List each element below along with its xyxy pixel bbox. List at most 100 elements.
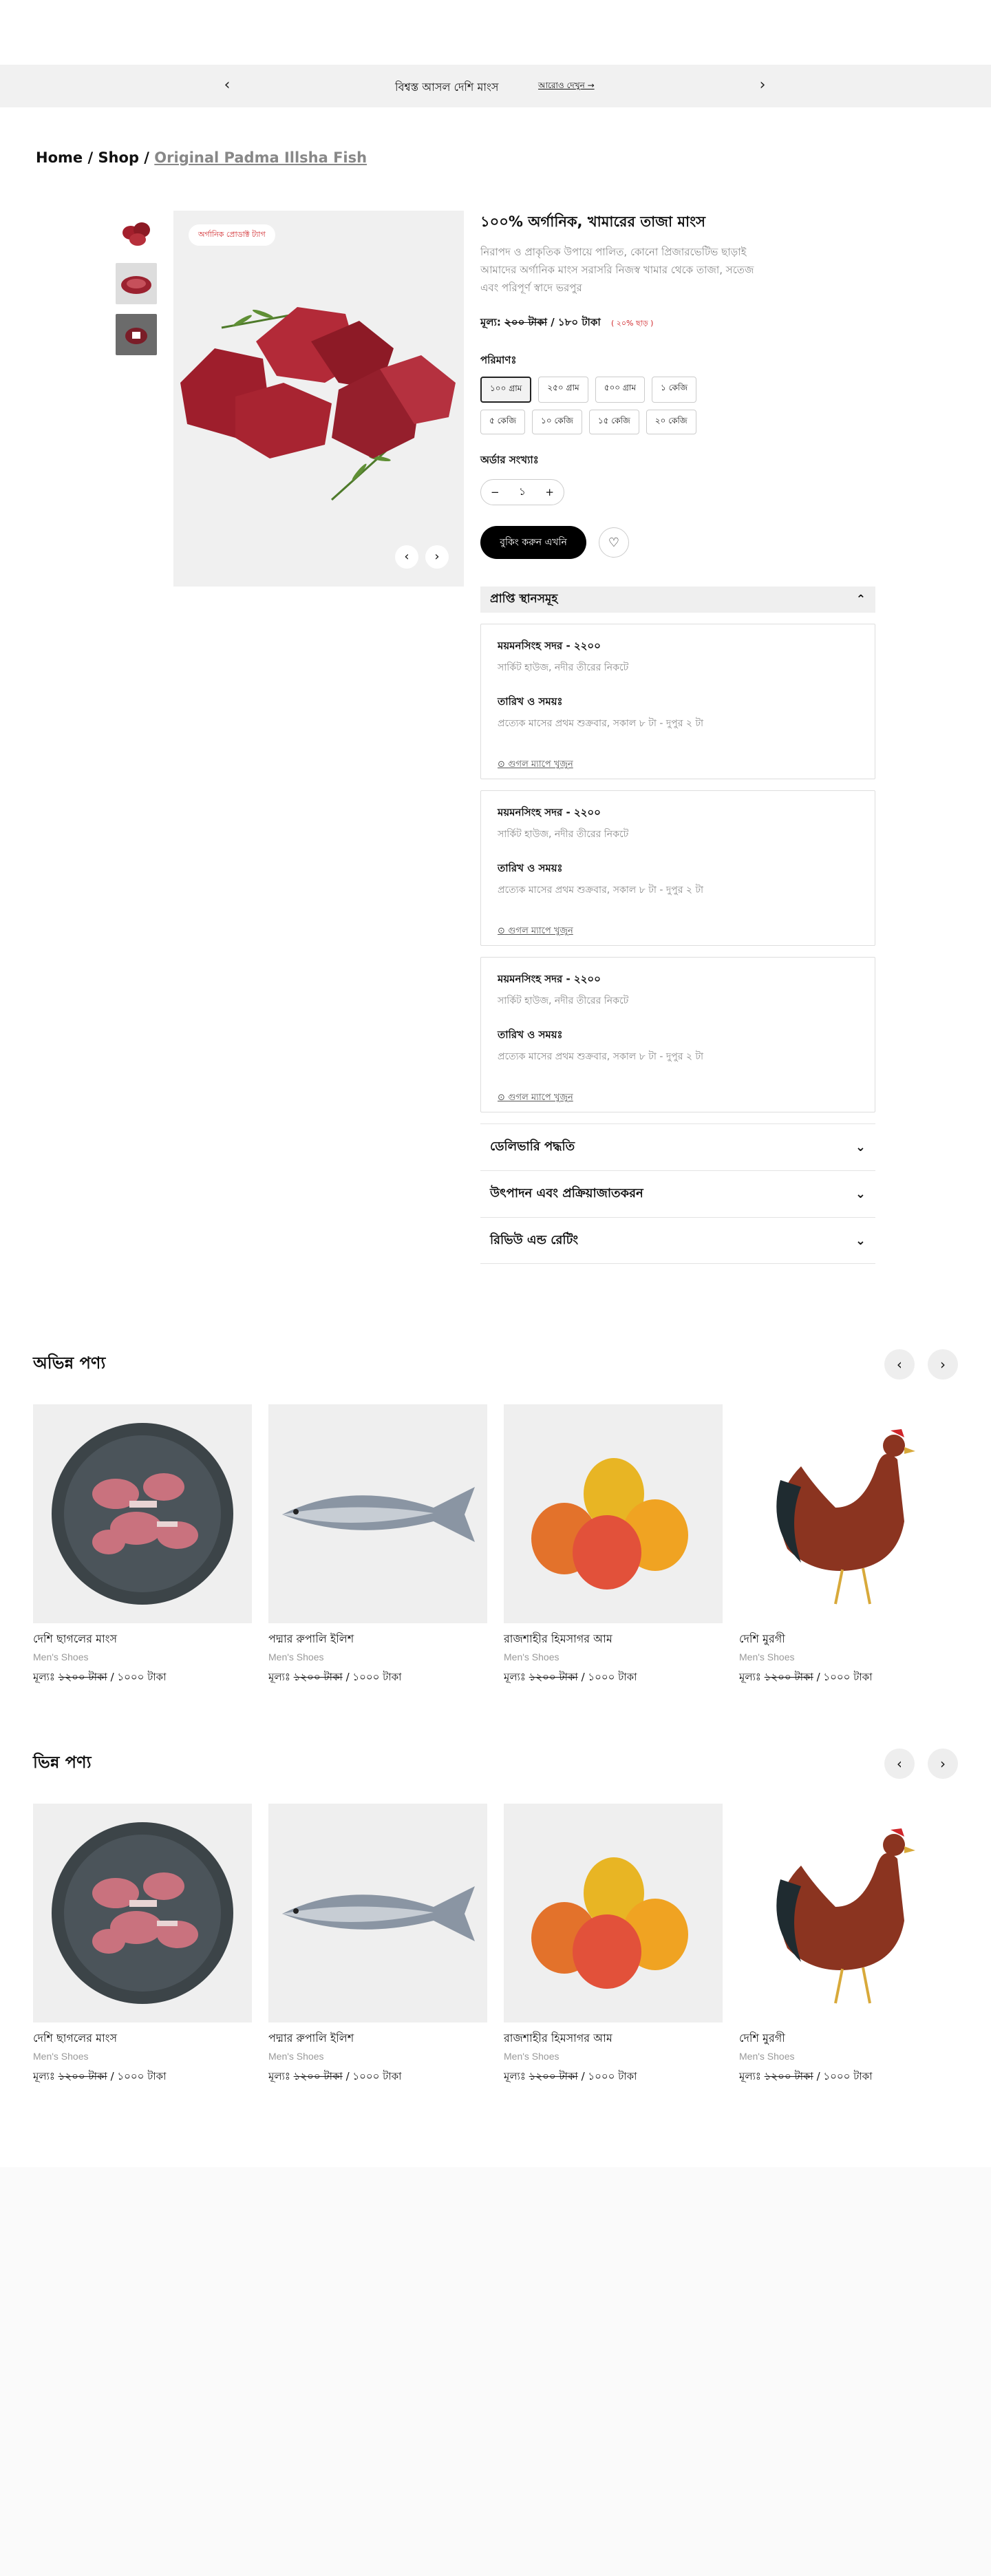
location-name: ময়মনসিংহ সদর - ২২০০ <box>498 973 601 985</box>
product-image-mango <box>504 1404 723 1623</box>
product-image-goat-meat <box>33 1804 252 2023</box>
thumbnail-meat-2[interactable] <box>116 263 157 304</box>
product-category: Men's Shoes <box>268 1651 324 1662</box>
thumbnail-meat-1[interactable] <box>116 212 157 253</box>
chevron-up-icon: ⌃ <box>855 593 866 606</box>
price-label: মূল্যঃ <box>268 2070 290 2082</box>
announcement-more-link[interactable]: আরোও দেখুন → <box>538 80 595 94</box>
price-label: মূল্যঃ <box>504 2070 526 2082</box>
product-price: মূল্যঃ ১২০০ টাকা / ১০০০ টাকা <box>504 1669 723 1687</box>
accordion-reviews[interactable]: রিভিউ এন্ড রেটিং ⌄ <box>480 1217 875 1264</box>
section-title: ভিন্ন পণ্য <box>33 1753 92 1772</box>
accordion-delivery[interactable]: ডেলিভারি পদ্ধতি ⌄ <box>480 1123 875 1170</box>
old-price: ১২০০ টাকা <box>58 2070 107 2082</box>
announcement-prev-button[interactable]: ‹ <box>219 77 235 94</box>
chevron-down-icon: ⌄ <box>855 1233 866 1248</box>
size-option[interactable]: ১০০ গ্রাম <box>480 377 532 403</box>
carousel-prev-button[interactable]: ‹ <box>884 1349 915 1380</box>
map-pin-icon: ⊙ <box>498 926 509 936</box>
product-name: দেশি মুরগী <box>739 1632 785 1645</box>
carousel-next-button[interactable]: › <box>928 1349 958 1380</box>
meat-illustration <box>180 307 456 501</box>
product-actions: বুকিং করুন এখনি ♡ <box>480 526 875 559</box>
product-name: রাজশাহীর হিমসাগর আম <box>504 1632 612 1645</box>
product-price: মূল্যঃ ১২০০ টাকা / ১০০০ টাকা <box>739 2069 958 2086</box>
size-option[interactable]: ১ কেজি <box>652 377 697 403</box>
google-map-link[interactable]: ⊙ গুগল ম্যাপে খুজুন <box>498 925 858 939</box>
price-label: মূল্যঃ <box>33 2070 55 2082</box>
new-price: / ১০০০ টাকা <box>816 2070 873 2082</box>
breadcrumb-shop[interactable]: Shop <box>98 149 139 166</box>
plus-button[interactable]: + <box>545 486 554 498</box>
chevron-down-icon: ⌄ <box>855 1140 866 1154</box>
favorite-icon[interactable]: ♡ <box>599 527 629 558</box>
similar-products-section: অভিন্ন পণ্য ‹ › দেশি ছাগলের মাংস Men's S… <box>33 1348 958 1687</box>
product-name: দেশি ছাগলের মাংস <box>33 1632 118 1645</box>
size-options: ১০০ গ্রাম ২৫০ গ্রাম ৫০০ গ্রাম ১ কেজি ৫ ক… <box>480 377 728 441</box>
product-title: ১০০% অর্গানিক, খামারের তাজা মাংস <box>480 213 706 230</box>
old-price: ১২০০ টাকা <box>293 1671 343 1683</box>
product-name: পদ্মার রুপালি ইলিশ <box>268 2031 354 2045</box>
carousel-prev-button[interactable]: ‹ <box>884 1749 915 1779</box>
old-price: ১২০০ টাকা <box>529 1671 578 1683</box>
price-label: মূল্যঃ <box>504 1671 526 1683</box>
accordion-title: উৎপাদন এবং প্রক্রিয়াজাতকরন <box>490 1186 643 1201</box>
breadcrumb-current[interactable]: Original Padma Illsha Fish <box>154 149 367 166</box>
product-info: ১০০% অর্গানিক, খামারের তাজা মাংস নিরাপদ … <box>480 211 875 1264</box>
location-address: সার্কিট হাউজ, নদীর তীরের নিকটে <box>498 662 629 673</box>
breadcrumb-separator: / <box>87 149 94 166</box>
product-card[interactable]: দেশি মুরগী Men's Shoes মূল্যঃ ১২০০ টাকা … <box>739 1404 958 1687</box>
product-card[interactable]: দেশি ছাগলের মাংস Men's Shoes মূল্যঃ ১২০০… <box>33 1404 252 1687</box>
product-category: Men's Shoes <box>504 1651 560 1662</box>
quantity-stepper: − ১ + <box>480 479 564 505</box>
product-card[interactable]: দেশি ছাগলের মাংস Men's Shoes মূল্যঃ ১২০০… <box>33 1804 252 2086</box>
announcement-next-button[interactable]: › <box>754 77 771 94</box>
google-map-link[interactable]: ⊙ গুগল ম্যাপে খুজুন <box>498 1091 858 1106</box>
image-prev-button[interactable]: ‹ <box>395 545 418 569</box>
product-card[interactable]: পদ্মার রুপালি ইলিশ Men's Shoes মূল্যঃ ১২… <box>268 1404 487 1687</box>
quantity-value[interactable]: ১ <box>519 484 526 501</box>
old-price: ২০০ টাকা <box>504 316 547 328</box>
pickup-location-card: ময়মনসিংহ সদর - ২২০০ সার্কিট হাউজ, নদীর … <box>480 957 875 1112</box>
size-option[interactable]: ৫০০ গ্রাম <box>595 377 646 403</box>
product-card[interactable]: দেশি মুরগী Men's Shoes মূল্যঃ ১২০০ টাকা … <box>739 1804 958 2086</box>
discount-badge: ( ২০% ছাড় ) <box>610 319 654 328</box>
product-card[interactable]: রাজশাহীর হিমসাগর আম Men's Shoes মূল্যঃ ১… <box>504 1404 723 1687</box>
pickup-locations-header[interactable]: প্রাপ্তি স্থানসমূহ ⌃ <box>480 587 875 613</box>
product-card[interactable]: রাজশাহীর হিমসাগর আম Men's Shoes মূল্যঃ ১… <box>504 1804 723 2086</box>
book-now-button[interactable]: বুকিং করুন এখনি <box>480 526 586 559</box>
page: ‹ বিশ্বস্ত আসল দেশি মাংস আরোও দেখুন → › … <box>0 0 991 2167</box>
location-time: প্রত্যেক মাসের প্রথম শুক্রবার, সকাল ৮ টা… <box>498 718 704 729</box>
size-label: পরিমাণঃ <box>480 354 517 366</box>
price-label: মূল্যঃ <box>739 1671 761 1683</box>
price-label: মূল্যঃ <box>739 2070 761 2082</box>
size-option[interactable]: ১৫ কেজি <box>588 410 639 434</box>
image-next-button[interactable]: › <box>425 545 449 569</box>
accordion-title: ডেলিভারি পদ্ধতি <box>490 1139 575 1154</box>
pickup-location-card: ময়মনসিংহ সদর - ২২০০ সার্কিট হাউজ, নদীর … <box>480 624 875 779</box>
thumbnail-meat-3[interactable] <box>116 314 157 355</box>
price-label: মূল্য: <box>480 316 501 328</box>
location-name: ময়মনসিংহ সদর - ২২০০ <box>498 640 601 652</box>
accordion-production[interactable]: উৎপাদন এবং প্রক্রিয়াজাতকরন ⌄ <box>480 1170 875 1217</box>
new-price: / ১০০০ টাকা <box>816 1671 873 1683</box>
size-option[interactable]: ২০ কেজি <box>646 410 696 434</box>
google-map-link[interactable]: ⊙ গুগল ম্যাপে খুজুন <box>498 758 858 772</box>
location-time: প্রত্যেক মাসের প্রথম শুক্রবার, সকাল ৮ টা… <box>498 885 704 896</box>
size-option[interactable]: ৫ কেজি <box>480 410 526 434</box>
product-price: মূল্যঃ ১২০০ টাকা / ১০০০ টাকা <box>268 2069 487 2086</box>
map-pin-icon: ⊙ <box>498 759 509 770</box>
breadcrumb-home[interactable]: Home <box>36 149 83 166</box>
product-card[interactable]: পদ্মার রুপালি ইলিশ Men's Shoes মূল্যঃ ১২… <box>268 1804 487 2086</box>
accordion-title: রিভিউ এন্ড রেটিং <box>490 1232 579 1247</box>
carousel-next-button[interactable]: › <box>928 1749 958 1779</box>
size-option[interactable]: ১০ কেজি <box>532 410 582 434</box>
price-label: মূল্যঃ <box>268 1671 290 1683</box>
different-products-section: ভিন্ন পণ্য ‹ › দেশি ছাগলের মাংস Men's Sh… <box>33 1747 958 2086</box>
product-name: দেশি ছাগলের মাংস <box>33 2031 118 2045</box>
pickup-location-card: ময়মনসিংহ সদর - ২২০০ সার্কিট হাউজ, নদীর … <box>480 790 875 946</box>
size-option[interactable]: ২৫০ গ্রাম <box>538 377 588 403</box>
product-main-image: অর্গানিক প্রোডাক্ট ট্যাগ ‹ › <box>173 211 464 587</box>
product-category: Men's Shoes <box>33 1651 89 1662</box>
minus-button[interactable]: − <box>491 486 500 498</box>
